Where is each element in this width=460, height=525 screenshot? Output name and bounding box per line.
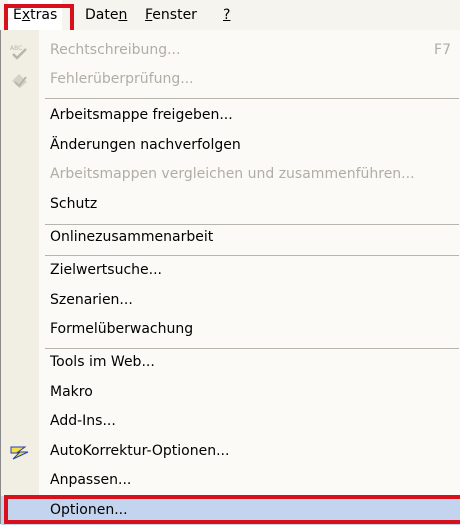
menu-item-zielwertsuche[interactable]: Zielwertsuche... <box>1 256 460 285</box>
menu-separator <box>45 98 459 99</box>
menu-item-fehlerueberpruefung[interactable]: Fehlerüberprüfung... <box>1 65 460 94</box>
menu-daten[interactable]: Daten <box>80 0 132 30</box>
menu-item-makro[interactable]: Makro <box>1 378 460 407</box>
error-check-icon <box>9 71 31 88</box>
menu-help[interactable]: ? <box>218 0 235 30</box>
menu-item-szenarien[interactable]: Szenarien... <box>1 286 460 315</box>
menu-item-arbeitsmappen-vergleichen[interactable]: Arbeitsmappen vergleichen und zusammenfü… <box>1 160 460 189</box>
menu-item-formelueberwachung[interactable]: Formelüberwachung <box>1 315 460 344</box>
menu-item-arbeitsmappe-freigeben[interactable]: Arbeitsmappe freigeben... <box>1 101 460 130</box>
autocorrect-lightning-icon <box>9 443 31 460</box>
menu-item-schutz[interactable]: Schutz <box>1 190 460 219</box>
menu-fenster[interactable]: Fenster <box>140 0 202 30</box>
menu-item-autokorrektur[interactable]: AutoKorrektur-Optionen... <box>1 437 460 466</box>
menu-item-optionen[interactable]: Optionen... <box>1 496 460 525</box>
menu-item-aenderungen-nachverfolgen[interactable]: Änderungen nachverfolgen <box>1 131 460 160</box>
extras-dropdown-menu: ABC Rechtschreibung... F7 Fehlerüberprüf… <box>0 30 460 525</box>
menu-item-rechtschreibung[interactable]: ABC Rechtschreibung... F7 <box>1 36 460 65</box>
menu-item-anpassen[interactable]: Anpassen... <box>1 466 460 495</box>
spellcheck-icon: ABC <box>9 42 31 60</box>
menu-item-add-ins[interactable]: Add-Ins... <box>1 407 460 436</box>
menu-extras[interactable]: Extras <box>8 0 63 30</box>
svg-text:ABC: ABC <box>10 45 22 52</box>
menu-item-tools-im-web[interactable]: Tools im Web... <box>1 348 460 377</box>
menu-bar: Extras Daten Fenster ? <box>0 0 460 30</box>
menu-item-onlinezusammenarbeit[interactable]: Onlinezusammenarbeit <box>1 223 460 252</box>
